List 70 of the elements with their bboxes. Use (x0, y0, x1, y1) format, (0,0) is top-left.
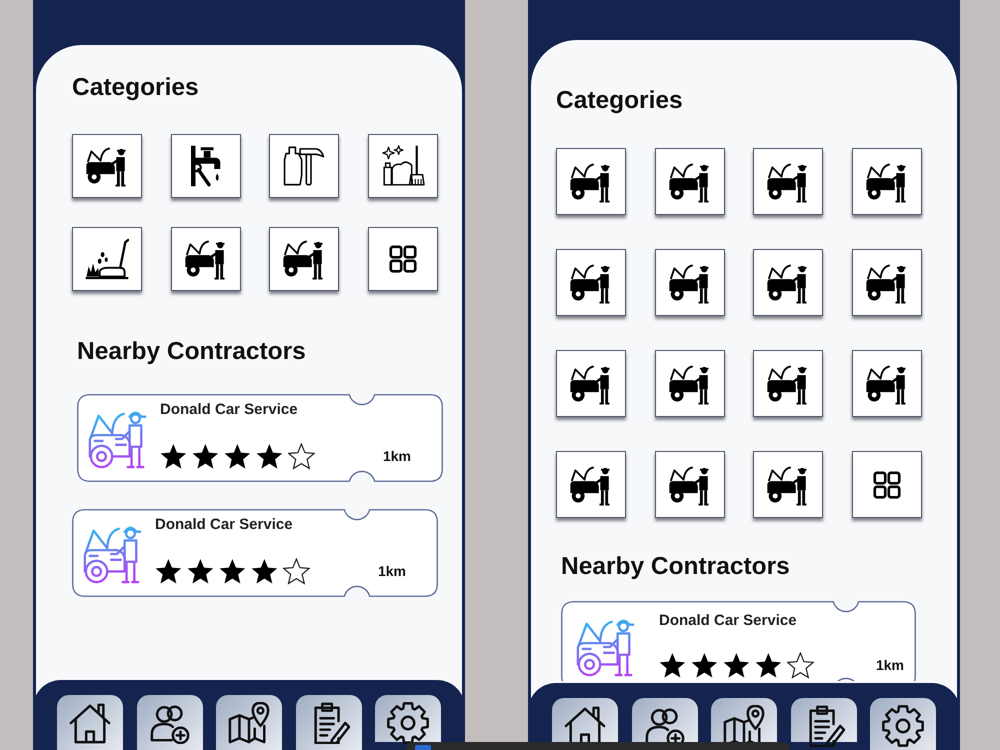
category-button[interactable] (556, 350, 626, 417)
contractor-card[interactable]: Donald Car Service 1km (72, 509, 438, 597)
nav-button[interactable] (632, 698, 698, 742)
section-title: Categories (556, 87, 683, 115)
nav-button[interactable] (711, 698, 777, 742)
category-button[interactable] (72, 134, 142, 198)
nav-button[interactable] (375, 695, 441, 742)
category-button[interactable] (556, 249, 626, 316)
category-button[interactable] (753, 350, 824, 417)
star-outline-icon (288, 443, 316, 470)
hammer-icon (282, 145, 326, 187)
category-button[interactable] (556, 451, 626, 518)
star-icon (160, 443, 188, 470)
section-title: Nearby Contractors (561, 553, 790, 581)
star-icon (723, 652, 751, 679)
category-button[interactable] (852, 451, 922, 518)
category-button[interactable] (654, 451, 725, 518)
category-button[interactable] (852, 249, 922, 316)
distance-label: 1km (378, 563, 406, 580)
settings-icon (882, 705, 924, 747)
category-button[interactable] (753, 451, 824, 518)
distance-label: 1km (876, 657, 904, 674)
star-outline-icon (787, 652, 815, 679)
settings-icon (387, 702, 429, 744)
home-icon (69, 702, 111, 744)
category-button[interactable] (170, 134, 241, 198)
section-title: Nearby Contractors (77, 338, 306, 366)
category-button[interactable] (654, 249, 725, 316)
category-button[interactable] (852, 350, 922, 417)
category-button[interactable] (170, 227, 241, 291)
category-button[interactable] (654, 148, 725, 215)
category-button[interactable] (368, 134, 438, 198)
section-title: Categories (72, 74, 199, 102)
contractor-card[interactable]: Donald Car Service 1km (77, 394, 443, 482)
category-button[interactable] (753, 249, 824, 316)
star-outline-icon (283, 558, 311, 585)
nav-button[interactable] (136, 695, 202, 750)
category-button[interactable] (269, 227, 340, 291)
nav-button[interactable] (57, 695, 123, 750)
star-icon (224, 443, 252, 470)
star-icon (256, 443, 284, 470)
category-button[interactable] (72, 227, 142, 291)
category-button[interactable] (269, 134, 340, 198)
star-icon (251, 558, 279, 585)
category-button[interactable] (852, 148, 922, 215)
distance-label: 1km (382, 448, 411, 465)
contractor-name: Donald Car Service (160, 401, 298, 419)
grid-icon (388, 245, 417, 273)
nav-button[interactable] (216, 695, 282, 750)
grid-icon (872, 470, 901, 498)
category-button[interactable] (368, 227, 438, 291)
contractor-name: Donald Car Service (659, 612, 797, 630)
star-icon (659, 652, 687, 679)
star-icon (219, 558, 247, 585)
star-icon (187, 558, 215, 585)
contractor-name: Donald Car Service (155, 516, 293, 534)
nav-button[interactable] (296, 695, 362, 750)
contractor-card[interactable]: Donald Car Service 1km (561, 601, 916, 681)
star-icon (691, 652, 719, 679)
broom-icon (380, 145, 425, 187)
star-icon (155, 558, 183, 585)
star-icon (755, 652, 783, 679)
nav-button[interactable] (552, 698, 618, 742)
star-icon (192, 443, 220, 470)
category-button[interactable] (654, 350, 725, 417)
category-button[interactable] (753, 148, 824, 215)
category-button[interactable] (556, 148, 626, 215)
lawn-mower-icon (85, 238, 129, 280)
map-pin-icon (228, 702, 270, 744)
nav-button[interactable] (870, 698, 936, 750)
